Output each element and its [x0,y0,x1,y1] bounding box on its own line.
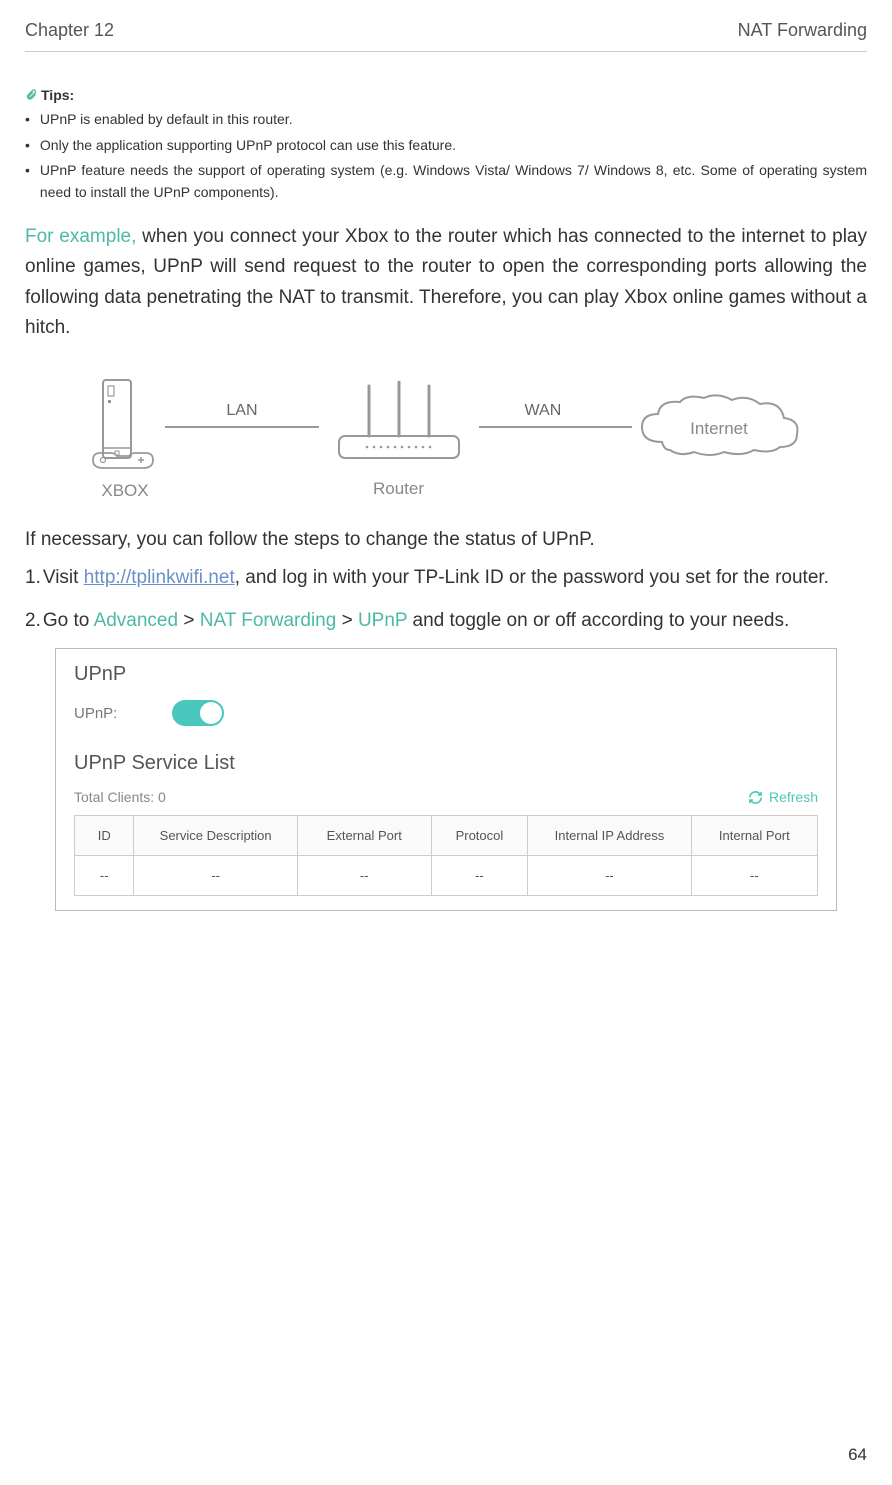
cloud-icon: Internet [632,392,807,462]
nav-advanced: Advanced [94,610,179,631]
col-ext-port: External Port [297,816,431,856]
refresh-button[interactable]: Refresh [748,789,818,805]
xbox-label: XBOX [101,481,148,501]
col-protocol: Protocol [431,816,528,856]
col-id: ID [75,816,134,856]
tplink-url-link[interactable]: http://tplinkwifi.net [84,567,235,588]
refresh-icon [748,790,763,805]
step-2: 2. Go to Advanced > NAT Forwarding > UPn… [25,606,867,636]
internet-label: Internet [690,419,748,438]
upnp-service-list-title: UPnP Service List [74,752,818,775]
router-label: Router [373,479,424,499]
lan-line: LAN [165,426,319,428]
list-item: UPnP is enabled by default in this route… [25,109,867,131]
upnp-toggle-label: UPnP: [74,705,117,722]
tips-label: Tips: [41,87,74,103]
page-number: 64 [848,1445,867,1465]
tips-section: Tips: UPnP is enabled by default in this… [25,87,867,204]
page-header: Chapter 12 NAT Forwarding [25,20,867,52]
tips-list: UPnP is enabled by default in this route… [25,109,867,204]
list-item: UPnP feature needs the support of operat… [25,160,867,203]
col-desc: Service Description [134,816,297,856]
network-diagram: XBOX LAN Router WAN Internet [25,378,867,501]
nav-nat-forwarding: NAT Forwarding [200,610,337,631]
step-1: 1. Visit http://tplinkwifi.net, and log … [25,563,867,593]
section-title: NAT Forwarding [738,20,867,41]
wan-line: WAN [479,426,633,428]
xbox-icon [85,378,165,473]
paperclip-icon [25,89,37,101]
upnp-panel: UPnP UPnP: UPnP Service List Total Clien… [55,648,837,911]
upnp-toggle[interactable] [172,700,224,726]
example-paragraph: For example, when you connect your Xbox … [25,222,867,344]
example-lead: For example, [25,226,136,247]
router-icon [319,381,479,471]
total-clients: Total Clients: 0 [74,789,166,805]
nav-upnp: UPnP [358,610,407,631]
upnp-title: UPnP [74,663,818,686]
table-row: -- -- -- -- -- -- [75,856,818,896]
upnp-service-table: ID Service Description External Port Pro… [74,815,818,896]
steps-intro: If necessary, you can follow the steps t… [25,529,867,551]
list-item: Only the application supporting UPnP pro… [25,135,867,157]
lan-label: LAN [226,402,257,420]
wan-label: WAN [525,402,562,420]
col-internal-ip: Internal IP Address [528,816,691,856]
col-internal-port: Internal Port [691,816,817,856]
chapter-label: Chapter 12 [25,20,114,41]
